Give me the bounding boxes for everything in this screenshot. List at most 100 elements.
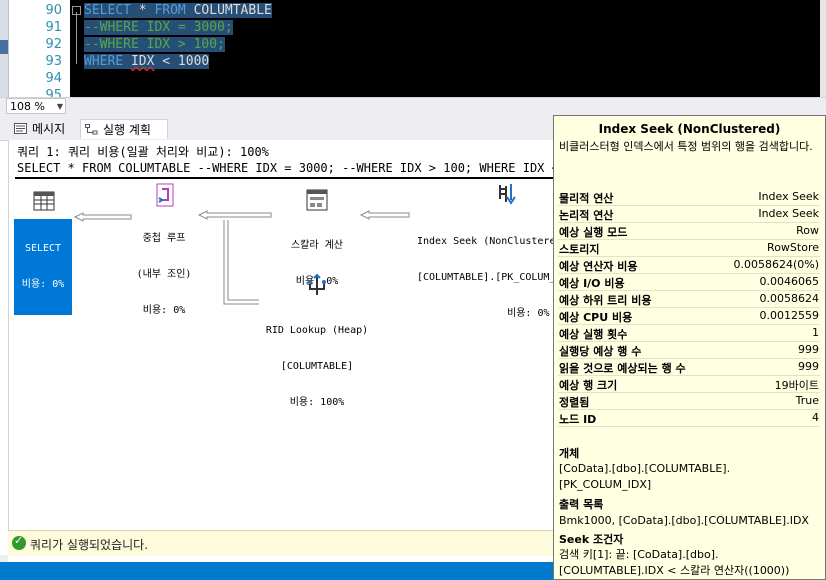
property-row: 예상 실행 모드 Row	[558, 222, 820, 240]
property-value: True	[795, 394, 819, 407]
property-value: 4	[812, 411, 819, 424]
output-list-heading: 출력 목록	[559, 498, 604, 511]
line-number: 93	[45, 54, 62, 69]
property-row: 물리적 연산 Index Seek	[558, 188, 820, 206]
messages-icon	[14, 123, 27, 134]
chevron-down-icon: ▼	[56, 102, 63, 111]
tab-messages-label: 메시지	[32, 122, 66, 136]
execution-plan-icon	[85, 124, 98, 135]
tooltip-title: Index Seek (NonClustered)	[598, 122, 781, 136]
tab-execution-plan[interactable]: 실행 계획	[80, 119, 168, 139]
property-row: 예상 연산자 비용 0.0058624(0%)	[558, 256, 820, 274]
node-cost: 비용: 0%	[142, 305, 186, 316]
property-value: 1	[812, 326, 819, 339]
property-row: 예상 실행 횟수 1	[558, 324, 820, 342]
zoom-value: 108 %	[10, 100, 45, 113]
compute-scalar-icon[interactable]	[306, 189, 328, 211]
token-table: COLUMTABLE	[185, 3, 272, 18]
line-number: 92	[45, 37, 62, 52]
property-row: 예상 CPU 비용 0.0012559	[558, 307, 820, 325]
property-value: 0.0046065	[759, 275, 820, 288]
seek-predicate-value: 검색 키[1]: 끝: [CoData].[dbo].[COLUMTABLE].…	[559, 548, 790, 577]
comment-line: --WHERE IDX > 100;	[84, 37, 225, 52]
property-name: 예상 실행 횟수	[559, 328, 628, 341]
index-seek-icon[interactable]	[496, 182, 518, 206]
property-name: 노드 ID	[559, 413, 597, 426]
code-line-93[interactable]: WHERE IDX < 1000	[84, 53, 210, 70]
node-cost: 비용: 0%	[21, 279, 65, 290]
node-name: SELECT	[24, 243, 62, 254]
rid-lookup-icon[interactable]	[305, 273, 329, 297]
property-value: Row	[796, 224, 819, 237]
property-name: 정렬됨	[559, 396, 590, 409]
comment-line: --WHERE IDX = 3000;	[84, 20, 233, 35]
line-number-gutter: 90 91 92 93 94 95	[30, 0, 70, 103]
code-line-91[interactable]: --WHERE IDX = 3000;	[84, 19, 233, 36]
node-cost: 비용: 100%	[289, 397, 345, 408]
query-editor[interactable]: 90 91 92 93 94 95 SELECT * FROM COLUMTAB…	[0, 0, 826, 103]
property-row: 스토리지 RowStore	[558, 239, 820, 257]
property-value: 999	[798, 360, 819, 373]
operator-tooltip: Index Seek (NonClustered) 비클러스터형 인덱스에서 특…	[553, 115, 826, 580]
token-condition: < 1000	[154, 54, 210, 69]
property-value: 0.0058624(0%)	[733, 258, 819, 271]
property-row: 예상 하위 트리 비용 0.0058624	[558, 290, 820, 308]
property-row: 실행당 예상 행 수 999	[558, 341, 820, 359]
change-marker	[0, 40, 8, 54]
success-icon	[12, 534, 26, 550]
property-name: 예상 CPU 비용	[559, 311, 633, 324]
nested-loops-label[interactable]: 중첩 루프 (내부 조인) 비용: 0%	[119, 209, 209, 341]
arrow-rid-to-nested	[223, 220, 259, 305]
select-node-label[interactable]: SELECT 비용: 0%	[14, 219, 72, 315]
keyword-from: FROM	[154, 3, 186, 18]
code-line-92[interactable]: --WHERE IDX > 100;	[84, 36, 225, 53]
fold-guide	[76, 12, 77, 64]
tab-messages[interactable]: 메시지	[10, 119, 78, 139]
line-number: 94	[45, 71, 62, 86]
token-idx: IDX	[130, 54, 155, 69]
arrow-seek-to-scalar	[359, 210, 410, 220]
property-row: 노드 ID 4	[558, 409, 820, 427]
property-name: 예상 I/O 비용	[559, 277, 625, 290]
line-number: 91	[45, 20, 62, 35]
node-name: 중첩 루프	[142, 233, 186, 244]
property-row: 정렬됨 True	[558, 392, 820, 410]
property-value: RowStore	[767, 241, 819, 254]
zoom-dropdown[interactable]: 108 % ▼	[6, 98, 66, 114]
line-number: 90	[45, 3, 62, 18]
select-icon[interactable]	[33, 190, 55, 212]
editor-left-margin	[0, 0, 9, 97]
nested-loops-icon[interactable]	[153, 183, 177, 207]
left-margin	[0, 555, 8, 562]
property-row: 논리적 연산 Index Seek	[558, 205, 820, 223]
compute-scalar-label[interactable]: 스칼라 계산 비용: 0%	[269, 216, 365, 312]
object-value: [CoData].[dbo].[COLUMTABLE].[PK_COLUM_ID…	[559, 462, 731, 491]
property-name: 예상 연산자 비용	[559, 260, 638, 273]
output-list-value: Bmk1000, [CoData].[dbo].[COLUMTABLE].IDX	[559, 514, 809, 527]
seek-predicate-heading: Seek 조건자	[559, 533, 624, 546]
status-text: 쿼리가 실행되었습니다.	[30, 538, 149, 552]
rid-lookup-label[interactable]: RID Lookup (Heap) [COLUMTABLE] 비용: 100%	[247, 301, 387, 433]
property-value: 999	[798, 343, 819, 356]
code-area[interactable]: SELECT * FROM COLUMTABLE --WHERE IDX = 3…	[70, 0, 826, 97]
property-value: 0.0012559	[759, 309, 820, 322]
property-name: 예상 실행 모드	[559, 226, 628, 239]
property-name: 읽을 것으로 예상되는 행 수	[559, 362, 686, 375]
editor-scrollbar[interactable]	[820, 0, 826, 97]
node-name: 스칼라 계산	[290, 240, 344, 251]
property-value: 0.0058624	[759, 292, 820, 305]
property-name: 예상 하위 트리 비용	[559, 294, 652, 307]
property-name: 실행당 예상 행 수	[559, 345, 642, 358]
arrow-scalar-to-nested	[197, 210, 272, 220]
code-line-90[interactable]: SELECT * FROM COLUMTABLE	[84, 2, 272, 19]
property-value: Index Seek	[758, 190, 819, 203]
property-value: Index Seek	[758, 207, 819, 220]
property-name: 예상 행 크기	[559, 379, 618, 392]
keyword-select: SELECT	[84, 3, 131, 18]
node-subname: (내부 조인)	[136, 269, 192, 280]
node-object: [COLUMTABLE]	[280, 361, 354, 372]
property-name: 물리적 연산	[559, 192, 614, 205]
keyword-where: WHERE	[84, 54, 124, 69]
status-bar: 쿼리가 실행되었습니다.	[8, 530, 554, 556]
node-name: RID Lookup (Heap)	[265, 325, 369, 336]
